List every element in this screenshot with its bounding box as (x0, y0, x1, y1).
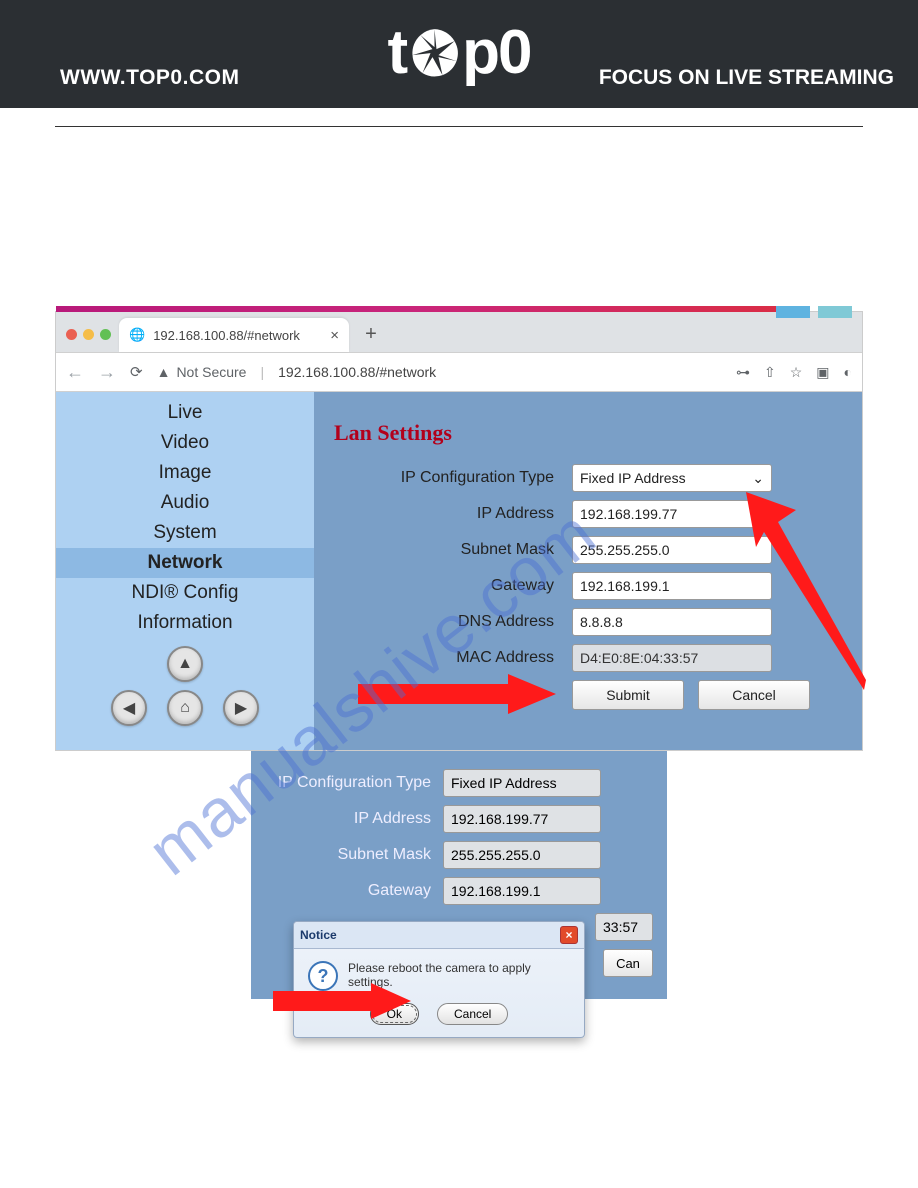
bookmark-icon[interactable]: ☆ (790, 364, 803, 381)
label-ip-2: IP Address (265, 810, 443, 828)
sidebar-item-audio[interactable]: Audio (56, 488, 314, 518)
input-gateway[interactable]: 192.168.199.1 (572, 572, 772, 600)
input-ip[interactable]: 192.168.199.77 (572, 500, 772, 528)
minimize-window-icon[interactable] (83, 329, 94, 340)
tab-strip: 🌐 192.168.100.88/#network × + (56, 312, 862, 352)
sidebar-item-video[interactable]: Video (56, 428, 314, 458)
main-panel: Lan Settings IP Configuration Type Fixed… (314, 392, 862, 750)
close-tab-icon[interactable]: × (330, 327, 339, 344)
address-text[interactable]: 192.168.100.88/#network (278, 364, 436, 380)
window-controls[interactable] (66, 329, 111, 340)
chevron-down-icon: ⌄ (752, 470, 764, 487)
header-url: WWW.TOP0.COM (60, 66, 239, 90)
label-dns: DNS Address (334, 613, 572, 631)
ptz-up-button[interactable]: ▲ (167, 646, 203, 682)
logo-text-post: p0 (462, 17, 530, 88)
dialog-close-button[interactable]: × (560, 926, 578, 944)
back-icon[interactable]: ← (66, 362, 84, 383)
page-header: WWW.TOP0.COM t p0 FOCUS ON LIVE STREAMIN… (0, 0, 918, 108)
security-indicator[interactable]: ▲ Not Secure (157, 364, 247, 380)
url-bar: ← → ⟳ ▲ Not Secure | 192.168.100.88/#net… (56, 352, 862, 392)
annotation-arrow (746, 492, 866, 692)
key-icon[interactable]: ⊶ (736, 364, 750, 381)
select-ipconfig[interactable]: Fixed IP Address⌄ (572, 464, 772, 492)
globe-icon: 🌐 (129, 327, 145, 343)
profile-icon[interactable]: ◐ (844, 364, 852, 381)
submit-button[interactable]: Submit (572, 680, 684, 710)
ptz-left-button[interactable]: ◀ (111, 690, 147, 726)
input-subnet[interactable]: 255.255.255.0 (572, 536, 772, 564)
value-mac-partial: 33:57 (595, 913, 653, 941)
annotation-arrow (358, 672, 558, 716)
reload-icon[interactable]: ⟳ (130, 363, 143, 381)
input-dns[interactable]: 8.8.8.8 (572, 608, 772, 636)
share-icon[interactable]: ⇧ (764, 364, 776, 381)
sidebar-item-ndi[interactable]: NDI® Config (56, 578, 314, 608)
label-gateway-2: Gateway (265, 882, 443, 900)
security-label: Not Secure (176, 364, 246, 380)
value-ipconfig-2: Fixed IP Address (443, 769, 601, 797)
header-tagline: FOCUS ON LIVE STREAMING (599, 66, 894, 90)
label-ip: IP Address (334, 505, 572, 523)
dialog-title: Notice (300, 928, 337, 942)
brand-logo: t p0 (387, 17, 530, 88)
forward-icon[interactable]: → (98, 362, 116, 383)
value-subnet-2: 255.255.255.0 (443, 841, 601, 869)
aperture-icon (408, 27, 460, 79)
cancel-button-cut[interactable]: Can (603, 949, 653, 977)
app-body: Live Video Image Audio System Network ND… (56, 392, 862, 750)
sidebar-item-information[interactable]: Information (56, 608, 314, 638)
new-tab-button[interactable]: + (357, 323, 385, 346)
warning-icon: ▲ (157, 364, 171, 380)
label-gateway: Gateway (334, 577, 572, 595)
sidebar-item-image[interactable]: Image (56, 458, 314, 488)
label-ipconfig-2: IP Configuration Type (265, 774, 443, 792)
input-mac: D4:E0:8E:04:33:57 (572, 644, 772, 672)
tab-title: 192.168.100.88/#network (153, 328, 300, 343)
settings-panel-2: IP Configuration TypeFixed IP Address IP… (251, 751, 667, 999)
label-subnet-2: Subnet Mask (265, 846, 443, 864)
extensions-icon[interactable]: ▣ (816, 364, 829, 381)
sidebar-item-system[interactable]: System (56, 518, 314, 548)
ptz-right-button[interactable]: ▶ (223, 690, 259, 726)
browser-tab[interactable]: 🌐 192.168.100.88/#network × (119, 318, 349, 352)
label-ipconfig: IP Configuration Type (334, 469, 572, 487)
browser-window: 🌐 192.168.100.88/#network × + ← → ⟳ ▲ No… (55, 311, 863, 751)
dialog-cancel-button[interactable]: Cancel (437, 1003, 508, 1025)
maximize-window-icon[interactable] (100, 329, 111, 340)
value-ip-2: 192.168.199.77 (443, 805, 601, 833)
logo-text-pre: t (387, 17, 406, 88)
label-subnet: Subnet Mask (334, 541, 572, 559)
section-heading: Lan Settings (334, 420, 842, 446)
label-mac: MAC Address (334, 649, 572, 667)
sidebar: Live Video Image Audio System Network ND… (56, 392, 314, 750)
close-window-icon[interactable] (66, 329, 77, 340)
value-gateway-2: 192.168.199.1 (443, 877, 601, 905)
divider (55, 126, 863, 127)
ptz-home-button[interactable]: ⌂ (167, 690, 203, 726)
sidebar-item-network[interactable]: Network (56, 548, 314, 578)
sidebar-item-live[interactable]: Live (56, 398, 314, 428)
annotation-arrow (273, 981, 413, 1021)
